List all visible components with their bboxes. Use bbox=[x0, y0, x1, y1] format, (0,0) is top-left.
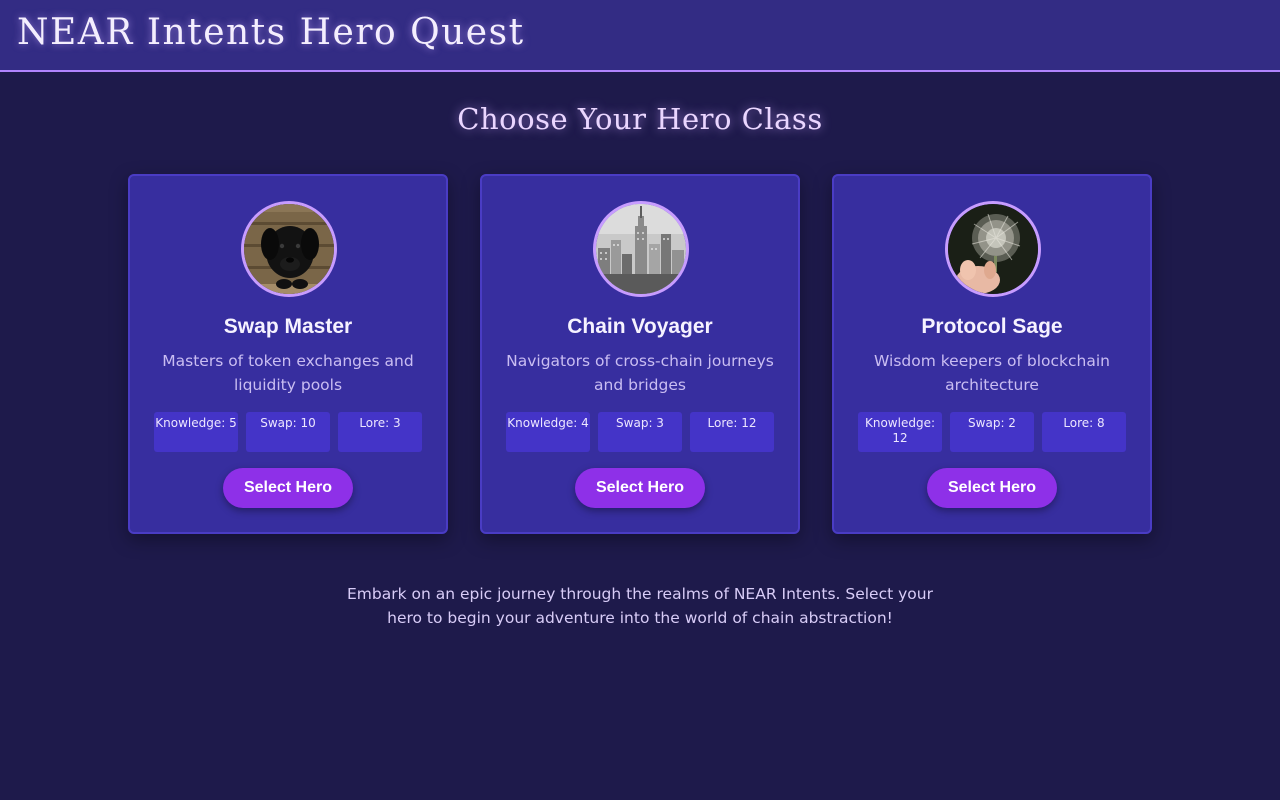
hero-card-chain-voyager: Chain Voyager Navigators of cross-chain … bbox=[480, 174, 800, 534]
hero-description: Masters of token exchanges and liquidity… bbox=[162, 352, 414, 394]
app-title: NEAR Intents Hero Quest bbox=[17, 12, 525, 53]
stat-lore-label: Lore: 12 bbox=[707, 416, 757, 430]
select-hero-button-swap-master[interactable]: Select Hero bbox=[223, 468, 353, 508]
stat-knowledge: Knowledge: 4 bbox=[506, 412, 590, 452]
stat-lore: Lore: 8 bbox=[1042, 412, 1126, 452]
hero-stats: Knowledge: 4 Swap: 3 Lore: 12 bbox=[506, 412, 774, 452]
stat-lore: Lore: 3 bbox=[338, 412, 422, 452]
stat-swap: Swap: 10 bbox=[246, 412, 330, 452]
stat-knowledge-label: Knowledge: 12 bbox=[864, 416, 935, 445]
hero-name: Chain Voyager bbox=[567, 315, 713, 338]
hero-description: Navigators of cross-chain journeys and b… bbox=[506, 352, 774, 394]
select-hero-button-protocol-sage[interactable]: Select Hero bbox=[927, 468, 1057, 508]
stat-knowledge: Knowledge: 5 bbox=[154, 412, 238, 452]
dandelion-image bbox=[948, 204, 1038, 294]
stat-lore-label: Lore: 8 bbox=[1063, 416, 1105, 430]
hero-stats: Knowledge: 12 Swap: 2 Lore: 8 bbox=[858, 412, 1126, 452]
stat-knowledge-label: Knowledge: 4 bbox=[507, 416, 589, 430]
intro-text: Embark on an epic journey through the re… bbox=[347, 585, 933, 627]
hero-card-protocol-sage: Protocol Sage Wisdom keepers of blockcha… bbox=[832, 174, 1152, 534]
black-puppy-image bbox=[244, 204, 334, 294]
stat-swap-label: Swap: 3 bbox=[616, 416, 664, 430]
hero-stats: Knowledge: 5 Swap: 10 Lore: 3 bbox=[154, 412, 422, 452]
stat-knowledge: Knowledge: 12 bbox=[858, 412, 942, 452]
page-subtitle: Choose Your Hero Class bbox=[457, 102, 823, 136]
stat-swap: Swap: 2 bbox=[950, 412, 1034, 452]
stat-swap: Swap: 3 bbox=[598, 412, 682, 452]
app-header: NEAR Intents Hero Quest bbox=[0, 0, 1280, 72]
hero-card-swap-master: Swap Master Masters of token exchanges a… bbox=[128, 174, 448, 534]
city-skyline-image bbox=[596, 204, 686, 294]
stat-swap-label: Swap: 2 bbox=[968, 416, 1016, 430]
hero-avatar-protocol-sage bbox=[945, 201, 1041, 297]
hero-avatar-swap-master bbox=[241, 201, 337, 297]
hero-name: Swap Master bbox=[223, 315, 353, 338]
stat-swap-label: Swap: 10 bbox=[260, 416, 316, 430]
hero-description: Wisdom keepers of blockchain architectur… bbox=[874, 352, 1110, 394]
stat-lore: Lore: 12 bbox=[690, 412, 774, 452]
hero-avatar-chain-voyager bbox=[593, 201, 689, 297]
stat-lore-label: Lore: 3 bbox=[359, 416, 401, 430]
stat-knowledge-label: Knowledge: 5 bbox=[155, 416, 237, 430]
hero-name: Protocol Sage bbox=[921, 315, 1063, 338]
select-hero-button-chain-voyager[interactable]: Select Hero bbox=[575, 468, 705, 508]
hero-card-list: Swap Master Masters of token exchanges a… bbox=[128, 174, 1152, 534]
